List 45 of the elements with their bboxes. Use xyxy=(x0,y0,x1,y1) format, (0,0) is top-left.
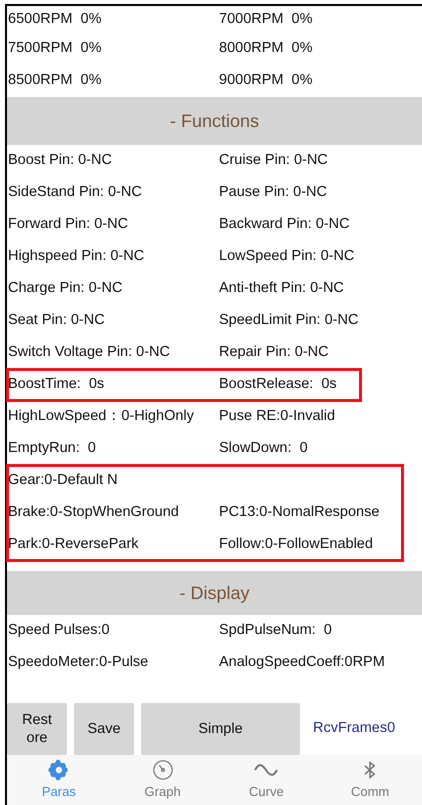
parameter-label: SpdPulseNum: 0 xyxy=(219,621,332,640)
parameter-label: EmptyRun: 0 xyxy=(7,439,97,458)
parameter-label: Backward Pin: 0-NC xyxy=(219,215,350,234)
action-button[interactable]: Simple xyxy=(141,703,300,755)
parameter-label: Park:0-ReversePark xyxy=(7,535,140,554)
section-header: - Functions xyxy=(7,97,422,145)
parameter-label: Anti-theft Pin: 0-NC xyxy=(219,279,344,298)
parameter-label: 6500RPM 0% xyxy=(7,10,102,29)
parameter-label: AnalogSpeedCoeff:0RPM xyxy=(219,653,385,672)
parameter-label: Follow:0-FollowEnabled xyxy=(219,535,373,554)
frame-counter: RcvFrames0 xyxy=(313,719,396,738)
parameter-label: 9000RPM 0% xyxy=(219,71,312,90)
parameter-label: Switch Voltage Pin: 0-NC xyxy=(7,343,171,362)
parameter-label: Highspeed Pin: 0-NC xyxy=(7,247,146,266)
tab[interactable]: Graph xyxy=(110,755,214,805)
parameter-label: BoostTime: 0s xyxy=(7,375,106,394)
parameter-label: 7500RPM 0% xyxy=(7,39,102,58)
action-button[interactable]: Save xyxy=(74,703,134,755)
parameter-label: BoostRelease: 0s xyxy=(219,375,337,394)
parameter-label: PC13:0-NomalResponse xyxy=(219,503,380,522)
parameter-label: HighLowSpeed：0-HighOnly xyxy=(7,407,195,426)
parameter-label: Gear:0-Default N xyxy=(7,471,119,490)
parameter-label: Forward Pin: 0-NC xyxy=(7,215,130,234)
parameter-label: Brake:0-StopWhenGround xyxy=(7,503,180,522)
parameter-label: SpeedoMeter:0-Pulse xyxy=(7,653,150,672)
tab[interactable]: Paras xyxy=(7,755,111,805)
tab[interactable]: Comm xyxy=(318,755,422,805)
parameter-label: Cruise Pin: 0-NC xyxy=(219,151,328,170)
parameter-label: Repair Pin: 0-NC xyxy=(219,343,329,362)
parameter-label: Speed Pulses:0 xyxy=(7,621,111,640)
parameter-label: Pause Pin: 0-NC xyxy=(219,183,327,202)
parameter-label: 8000RPM 0% xyxy=(219,39,312,58)
parameter-label: Boost Pin: 0-NC xyxy=(7,151,113,170)
tab[interactable]: Curve xyxy=(214,755,318,805)
parameter-label: LowSpeed Pin: 0-NC xyxy=(219,247,354,266)
parameter-label: SpeedLimit Pin: 0-NC xyxy=(219,311,358,330)
parameter-label: 7000RPM 0% xyxy=(219,10,312,29)
parameter-label: SideStand Pin: 0-NC xyxy=(7,183,143,202)
parameter-label: SlowDown: 0 xyxy=(219,439,308,458)
parameter-label: Puse RE:0-Invalid xyxy=(219,407,336,426)
section-header: - Display xyxy=(7,571,422,615)
parameter-label: Seat Pin: 0-NC xyxy=(7,311,106,330)
parameter-label: Charge Pin: 0-NC xyxy=(7,279,124,298)
parameter-label: 8500RPM 0% xyxy=(7,71,102,90)
action-button[interactable]: Restore xyxy=(7,703,67,755)
